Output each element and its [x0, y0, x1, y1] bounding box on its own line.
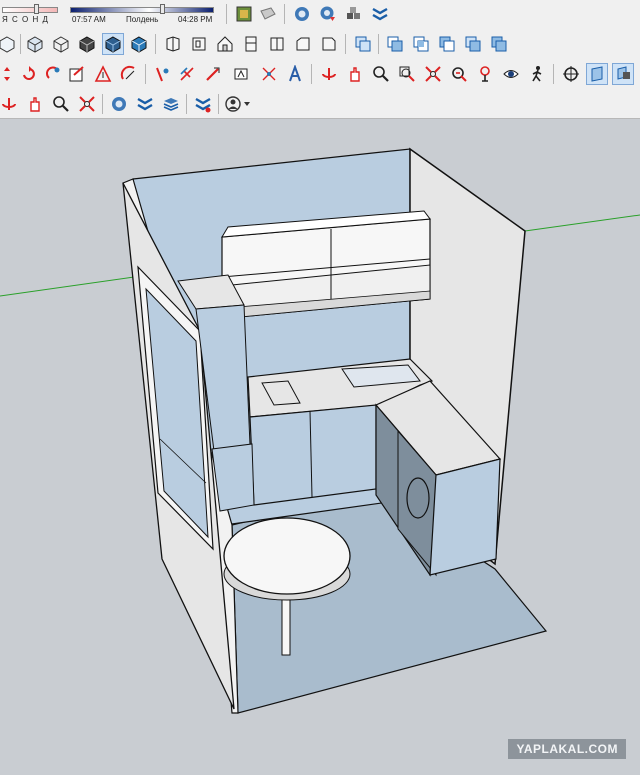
door-icon[interactable] — [266, 33, 288, 55]
zoom-icon[interactable] — [370, 63, 392, 85]
green-axis-left — [0, 276, 135, 297]
window-icon[interactable] — [292, 33, 314, 55]
pan-icon[interactable] — [344, 63, 366, 85]
shaded-icon[interactable] — [102, 33, 124, 55]
walk-icon[interactable] — [526, 63, 548, 85]
subtract-icon[interactable] — [384, 33, 406, 55]
wireframe-icon[interactable] — [50, 33, 72, 55]
trim-icon[interactable] — [436, 33, 458, 55]
watermark: YAPLAKAL.COM — [508, 739, 626, 759]
stair-icon[interactable] — [318, 33, 340, 55]
look-around-icon[interactable] — [500, 63, 522, 85]
split-icon[interactable] — [462, 33, 484, 55]
zoom-extents-icon[interactable] — [76, 93, 98, 115]
zoom-extents-icon[interactable] — [422, 63, 444, 85]
time-start: 07:57 AM — [72, 15, 106, 24]
zoom-icon[interactable] — [50, 93, 72, 115]
model-viewport[interactable]: YAPLAKAL.COM — [0, 119, 640, 775]
protractor-icon[interactable] — [176, 63, 198, 85]
room-model — [0, 147, 640, 714]
shadows-panel: Я С О Н Д 07:57 AM Полдень 04:28 PM — [0, 0, 228, 28]
time-end: 04:28 PM — [178, 15, 213, 24]
axes-icon[interactable] — [258, 63, 280, 85]
xray-icon[interactable] — [24, 33, 46, 55]
extension-icon[interactable] — [192, 93, 214, 115]
text-icon[interactable] — [230, 63, 252, 85]
sections-icon[interactable] — [369, 3, 391, 25]
toolbar-row-1: Я С О Н Д 07:57 AM Полдень 04:28 PM — [0, 0, 640, 28]
union-icon[interactable] — [352, 33, 374, 55]
display-section-icon[interactable] — [586, 63, 608, 85]
left-base-cabinet — [211, 443, 255, 512]
month-slider-knob[interactable] — [34, 4, 39, 14]
model-info-icon[interactable] — [160, 93, 182, 115]
3dtext-icon[interactable] — [284, 63, 306, 85]
time-slider-knob[interactable] — [160, 4, 165, 14]
section-plane-icon[interactable] — [560, 63, 582, 85]
styles-icon[interactable] — [257, 3, 279, 25]
warehouse-icon[interactable] — [291, 3, 313, 25]
front-view-icon[interactable] — [162, 33, 184, 55]
right-view-icon[interactable] — [188, 33, 210, 55]
orbit-icon[interactable] — [0, 93, 20, 115]
time-noon: Полдень — [126, 15, 159, 24]
warehouse-icon[interactable] — [108, 93, 130, 115]
display-cuts-icon[interactable] — [612, 63, 634, 85]
toolbar-row-4 — [0, 90, 640, 118]
pan-icon[interactable] — [24, 93, 46, 115]
month-slider[interactable] — [2, 7, 58, 13]
orbit-icon[interactable] — [318, 63, 340, 85]
zoom-window-icon[interactable] — [396, 63, 418, 85]
cabinet-end-panel — [429, 458, 501, 576]
share-model-icon[interactable] — [317, 3, 339, 25]
months-label: Я С О Н Д — [2, 15, 49, 24]
component-icon[interactable] — [240, 33, 262, 55]
outer-shell-icon[interactable] — [488, 33, 510, 55]
iso-view-icon[interactable] — [0, 33, 18, 55]
move-icon[interactable] — [0, 63, 18, 85]
scale-icon[interactable] — [42, 63, 64, 85]
toolbar-row-3 — [0, 60, 640, 88]
base-cabinet-front — [249, 404, 377, 506]
shaded-textures-icon[interactable] — [128, 33, 150, 55]
rotate-icon[interactable] — [18, 63, 40, 85]
dimension-icon[interactable] — [202, 63, 224, 85]
green-axis-right — [524, 214, 640, 232]
offset-icon[interactable] — [118, 63, 140, 85]
toolbar-area: Я С О Н Д 07:57 AM Полдень 04:28 PM — [0, 0, 640, 119]
tape-icon[interactable] — [151, 63, 173, 85]
position-camera-icon[interactable] — [474, 63, 496, 85]
hidden-line-icon[interactable] — [76, 33, 98, 55]
shadow-settings-icon[interactable] — [233, 3, 255, 25]
table-top — [223, 517, 351, 595]
toolbar-row-2 — [0, 30, 640, 58]
previous-view-icon[interactable] — [448, 63, 470, 85]
user-account-icon[interactable] — [222, 93, 254, 115]
followme-icon[interactable] — [92, 63, 114, 85]
intersect-icon[interactable] — [410, 33, 432, 55]
house-icon[interactable] — [214, 33, 236, 55]
time-slider[interactable] — [70, 7, 214, 13]
layers-icon[interactable] — [134, 93, 156, 115]
pushpull-icon[interactable] — [66, 63, 88, 85]
components-icon[interactable] — [343, 3, 365, 25]
